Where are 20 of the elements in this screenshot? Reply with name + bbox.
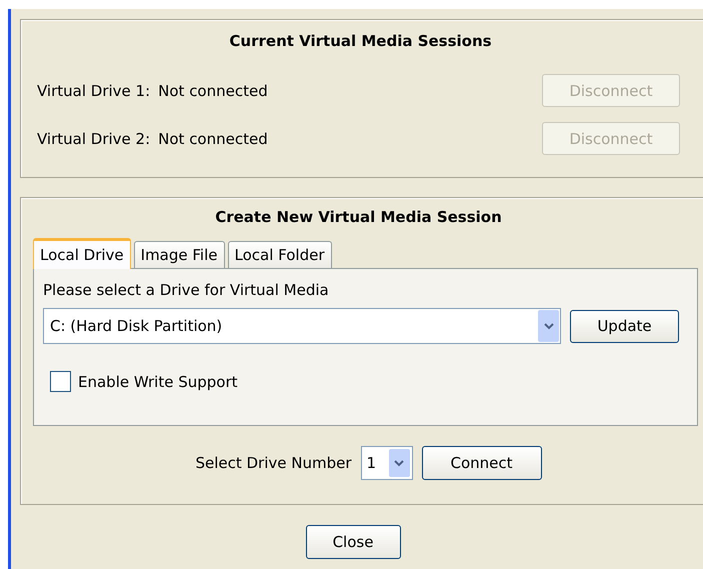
drive-number-dropdown[interactable]: 1	[360, 446, 413, 480]
write-support-checkbox[interactable]	[50, 371, 71, 392]
tab[interactable]: Image File	[134, 241, 224, 268]
drive-status: Not connected	[158, 130, 268, 148]
prompt-label: Please select a Drive for Virtual Media	[43, 281, 330, 301]
caret-icon	[394, 460, 404, 466]
caret-icon	[544, 322, 554, 330]
drive-status: Not connected	[158, 82, 268, 100]
drive-label: Virtual Drive 2:	[37, 130, 150, 148]
panel-title: Create New Virtual Media Session	[214, 208, 503, 226]
update-button[interactable]: Update	[570, 310, 679, 342]
drive-dropdown[interactable]: C: (Hard Disk Partition)	[43, 308, 561, 344]
tab[interactable]: Local Folder	[228, 241, 332, 268]
close-button[interactable]: Close	[306, 525, 400, 559]
connect-button[interactable]: Connect	[422, 446, 542, 480]
checkbox-label: Enable Write Support	[78, 372, 238, 390]
drive-label: Virtual Drive 1:	[37, 82, 150, 100]
tab[interactable]: Local Drive	[33, 238, 131, 269]
panel-title: Current Virtual Media Sessions	[228, 32, 493, 50]
drive-number-label: Select Drive Number	[195, 454, 352, 472]
